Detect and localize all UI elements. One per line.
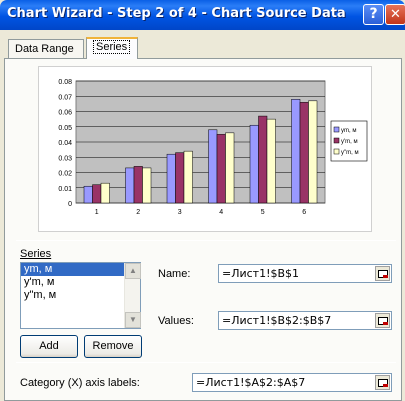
bar — [216, 134, 226, 204]
help-button[interactable]: ? — [363, 4, 384, 25]
collapse-dialog-icon[interactable] — [375, 375, 390, 390]
y-tick-label: 0.05 — [58, 125, 72, 132]
series-list-item[interactable]: y'm, м — [21, 276, 140, 289]
category-axis-field[interactable]: =Лист1!$A$2:$A$7 — [192, 373, 392, 392]
y-tick-label: 0 — [68, 201, 72, 208]
x-tick-label: 4 — [219, 209, 223, 216]
x-tick-label: 6 — [302, 209, 306, 216]
legend-swatch — [333, 126, 340, 133]
x-tick-label: 2 — [136, 209, 140, 216]
series-list-item[interactable]: ym, м — [21, 263, 125, 276]
bar — [266, 118, 276, 204]
tab-data-range-label: Data Range — [15, 43, 74, 55]
bar — [133, 166, 143, 204]
y-tick-label: 0.02 — [58, 171, 72, 178]
name-field-value: =Лист1!$B$1 — [222, 267, 300, 280]
y-tick-label: 0.01 — [58, 186, 72, 193]
bar — [183, 150, 193, 204]
category-axis-label: Category (X) axis labels: — [20, 377, 140, 389]
tab-series-label: Series — [93, 40, 131, 54]
legend-entry: ym, м — [341, 128, 356, 134]
close-button[interactable]: ✕ — [385, 4, 405, 25]
values-field-value: =Лист1!$B$2:$B$7 — [222, 314, 332, 327]
name-label: Name: — [158, 268, 191, 280]
bar — [142, 167, 152, 204]
y-tick-label: 0.03 — [58, 155, 72, 162]
series-list-item[interactable]: y"m, м — [21, 289, 140, 302]
y-tick-label: 0.06 — [58, 110, 72, 117]
series-section-label: Series — [20, 248, 52, 260]
legend-entry: y"m, м — [341, 150, 359, 156]
bar — [83, 185, 93, 204]
bar — [225, 132, 235, 204]
bar — [175, 152, 185, 204]
name-field[interactable]: =Лист1!$B$1 — [218, 264, 392, 283]
bar — [166, 153, 176, 204]
x-tick-label: 1 — [95, 209, 99, 216]
chart-preview: 0 0.01 0.02 0.03 0.04 0.05 0.06 0.07 0.08 1 2 3 4 5 6 y… — [38, 66, 372, 232]
category-field-value: =Лист1!$A$2:$A$7 — [196, 376, 306, 389]
bar — [125, 167, 135, 204]
bar — [258, 115, 268, 204]
x-tick-label: 3 — [178, 209, 182, 216]
tab-data-range[interactable]: Data Range — [8, 39, 84, 58]
collapse-dialog-icon[interactable] — [375, 266, 390, 281]
title-bar[interactable]: Chart Wizard - Step 2 of 4 - Chart Sourc… — [0, 0, 405, 30]
values-field[interactable]: =Лист1!$B$2:$B$7 — [218, 311, 392, 330]
scroll-down-icon[interactable]: ▼ — [125, 312, 141, 328]
tab-series[interactable]: Series — [86, 37, 138, 59]
x-tick-label: 5 — [261, 209, 265, 216]
legend-entry: y'm, м — [341, 139, 358, 145]
add-series-button[interactable]: Add — [20, 335, 78, 358]
y-tick-label: 0.04 — [58, 140, 72, 147]
window-title: Chart Wizard - Step 2 of 4 - Chart Sourc… — [7, 6, 346, 21]
bar — [208, 129, 218, 204]
remove-series-button[interactable]: Remove — [84, 335, 142, 358]
chart-svg: 0 0.01 0.02 0.03 0.04 0.05 0.06 0.07 0.08 1 2 3 4 5 6 y… — [58, 79, 368, 216]
legend-swatch — [333, 148, 340, 155]
collapse-dialog-icon[interactable] — [375, 313, 390, 328]
bar — [291, 99, 301, 204]
separator — [16, 240, 396, 241]
bar — [100, 182, 110, 204]
bar — [92, 184, 102, 204]
bar — [308, 100, 318, 204]
series-listbox[interactable]: ym, м y'm, м y"m, м ▲ ▼ — [20, 262, 141, 329]
bar — [249, 124, 259, 204]
y-tick-label: 0.07 — [58, 94, 72, 101]
y-tick-label: 0.08 — [58, 79, 72, 86]
bar — [299, 102, 309, 204]
scroll-up-icon[interactable]: ▲ — [125, 263, 141, 279]
separator — [16, 362, 396, 363]
values-label: Values: — [158, 315, 194, 327]
legend-swatch — [333, 137, 340, 144]
listbox-scrollbar[interactable]: ▲ ▼ — [124, 263, 141, 328]
